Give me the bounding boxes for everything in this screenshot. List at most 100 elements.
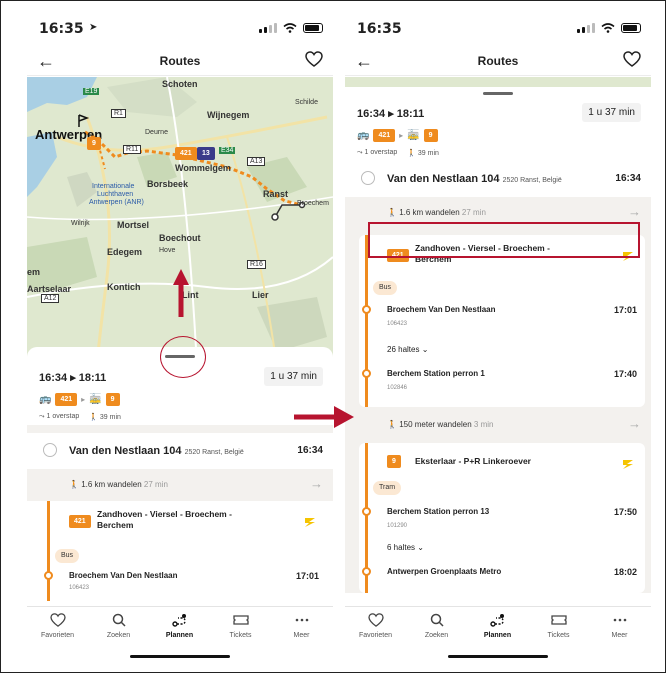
map-label-internationale: Internationale: [92, 183, 135, 190]
route-duration: 1 u 37 min: [582, 103, 641, 122]
favorite-heart-icon[interactable]: [305, 51, 323, 67]
arrow-right-icon: →: [628, 204, 641, 219]
tab-plannen[interactable]: Plannen: [467, 613, 528, 639]
chevron-down-icon: ⌄: [421, 345, 429, 354]
board-stop-code: 106423: [387, 321, 408, 327]
map-label-airport: Antwerpen (ANR): [89, 199, 144, 206]
map-road-e34: E34: [219, 147, 236, 154]
stops-toggle[interactable]: 6 haltes ⌄: [387, 543, 424, 552]
tab-zoeken[interactable]: Zoeken: [88, 613, 149, 639]
route-map[interactable]: Schoten Schilde Wijnegem Antwerpen Deurn…: [27, 77, 333, 367]
mode-chip-bus: Bus: [55, 549, 80, 563]
transfer-info: ⤳ 1 overstap: [39, 413, 80, 420]
tab-favorieten[interactable]: Favorieten: [345, 613, 406, 639]
route-icon: [489, 614, 504, 627]
legs-summary: 🚌 421 ▸ 🚋 9: [345, 125, 651, 145]
tab-plannen[interactable]: Plannen: [149, 613, 210, 639]
route-detail-sheet[interactable]: 16:34 ▸ 18:11 1 u 37 min 🚌 421 ▸ 🚋 9 ⤳ 1…: [345, 87, 651, 607]
map-road-a13: A13: [247, 157, 266, 166]
arrow-right-icon: →: [310, 476, 323, 491]
leg-destination: Zandhoven - Viersel - Broechem - Berchem: [97, 509, 232, 530]
battery-icon: [621, 23, 641, 33]
tab-zoeken[interactable]: Zoeken: [406, 613, 467, 639]
tab-meer[interactable]: Meer: [271, 613, 332, 639]
route-times: 16:34 ▸ 18:11: [357, 108, 425, 120]
arrow-right-icon: →: [628, 416, 641, 431]
map-road-r16: R16: [247, 260, 266, 269]
departure-time: 16:34: [615, 173, 641, 184]
map-label-aartselaar: Aartselaar: [27, 284, 72, 294]
annotation-box-walk: [368, 222, 640, 258]
line-badge: 9: [105, 392, 120, 406]
status-bar: 16:35: [345, 12, 651, 46]
walk-icon: 🚶: [407, 150, 418, 157]
annotation-circle-handle: [160, 336, 206, 378]
route-duration: 1 u 37 min: [264, 367, 323, 386]
map-label-borsbeek: Borsbeek: [147, 179, 189, 189]
line-badge: 421: [55, 392, 78, 406]
tab-meer[interactable]: Meer: [589, 613, 650, 639]
search-icon: [112, 613, 126, 627]
home-indicator: [448, 655, 548, 658]
signal-icon: [259, 23, 277, 33]
heart-icon: [367, 613, 384, 627]
map-label-edegem: Edegem: [107, 247, 143, 257]
drag-handle[interactable]: [483, 92, 513, 95]
leg-card-bus[interactable]: 421 Zandhoven - Viersel - Broechem - Ber…: [41, 501, 327, 601]
board-stop-name: Broechem Van Den Nestlaan: [387, 305, 496, 314]
signal-icon: [577, 23, 595, 33]
map-label-hove: Hove: [159, 247, 176, 254]
map-label-wijnegem: Wijnegem: [207, 110, 250, 120]
leg-card-bus[interactable]: 421 Zandhoven - Viersel - Broechem - Ber…: [359, 235, 645, 407]
chevron-right-icon: ▸: [399, 130, 404, 140]
stops-toggle[interactable]: 26 haltes ⌄: [387, 345, 428, 354]
map-route-badge-13: 13: [197, 147, 215, 160]
tab-tickets[interactable]: Tickets: [528, 613, 589, 639]
map-road-a12: A12: [41, 294, 60, 303]
tab-bar: Favorieten Zoeken Plannen Tickets Meer: [27, 606, 333, 662]
walk-info: 🚶 39 min: [89, 414, 121, 421]
favorite-heart-icon[interactable]: [623, 51, 641, 67]
walk-segment[interactable]: 🚶 1.6 km wandelen 27 min →: [27, 469, 333, 501]
map-label-lier: Lier: [252, 290, 269, 300]
more-icon: [613, 618, 626, 622]
tab-tickets[interactable]: Tickets: [210, 613, 271, 639]
walk-segment-transfer[interactable]: 🚶 150 meter wandelen 3 min →: [345, 407, 651, 443]
board-stop-code: 101290: [387, 523, 408, 529]
alight-time: 18:02: [613, 567, 637, 577]
map-label-wilrijk: Wilrijk: [71, 220, 90, 227]
nav-bar: ← Routes: [345, 46, 651, 76]
leg-card-tram[interactable]: 9 Eksterlaar - P+R Linkeroever Tram Berc…: [359, 443, 645, 593]
departure-stop[interactable]: Van den Nestlaan 104 2520 Ranst, België …: [27, 433, 333, 469]
line-badge: 9: [387, 455, 401, 468]
line-badge: 9: [423, 128, 438, 142]
departure-stop[interactable]: Van den Nestlaan 104 2520 Ranst, België …: [345, 161, 651, 197]
annotation-up-arrow: [173, 269, 189, 317]
operator-logo-icon: [623, 460, 633, 469]
tram-icon: 🚋: [89, 393, 102, 405]
ticket-icon: [550, 615, 567, 625]
tab-favorieten[interactable]: Favorieten: [27, 613, 88, 639]
map-label-kontich: Kontich: [107, 282, 141, 292]
route-times: 16:34 ▸ 18:11: [39, 372, 107, 384]
walk-icon: 🚶: [387, 420, 400, 429]
search-icon: [430, 613, 444, 627]
board-stop-name: Broechem Van Den Nestlaan: [69, 571, 178, 580]
chevron-down-icon: ⌄: [417, 543, 424, 552]
map-label-boechout: Boechout: [159, 233, 201, 243]
alight-stop-name: Berchem Station perron 1: [387, 369, 485, 378]
battery-icon: [303, 23, 323, 33]
alight-time: 17:40: [613, 369, 637, 379]
leg-destination: Eksterlaar - P+R Linkeroever: [415, 456, 531, 466]
route-icon: [171, 614, 186, 627]
walk-icon: 🚶: [387, 208, 400, 217]
wifi-icon: [601, 23, 615, 33]
wifi-icon: [283, 23, 297, 33]
mode-chip-tram: Tram: [373, 481, 402, 495]
map-label-broechem: Broechem: [297, 200, 329, 207]
map-label-schoten: Schoten: [162, 79, 198, 89]
departure-time: 16:34: [297, 445, 323, 456]
alight-stop-code: 102846: [387, 385, 408, 391]
map-road-e19: E19: [83, 88, 100, 95]
chevron-right-icon: ▸: [81, 394, 86, 404]
